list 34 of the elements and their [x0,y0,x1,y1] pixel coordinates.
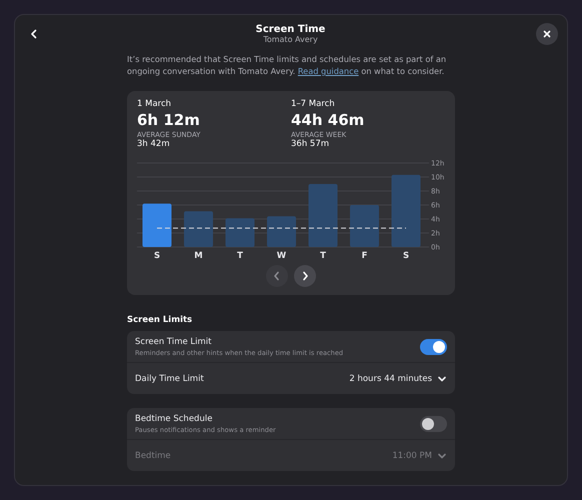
intro-text: It’s recommended that Screen Time limits and schedules are set as part of an ongoing conversation with Tomato Avery. Read guidance on what to consider. [127,53,448,77]
average-time: 36h 57m [291,139,330,149]
previous-button[interactable] [266,265,288,287]
close-button[interactable] [536,23,558,45]
average-time: 3h 42m [137,139,170,149]
day-label: S [402,251,410,261]
close-icon [543,30,551,38]
window-title: Screen Time [256,24,326,35]
chevron-down-icon [437,374,447,384]
row-title: Bedtime Schedule [135,414,214,424]
toggle-switch[interactable] [420,416,447,432]
day-label: M [194,251,203,261]
window-subtitle: Tomato Avery [263,35,318,44]
day-label: F [362,251,368,261]
date-label: 1–7 March [291,99,335,109]
date-label: 1 March [137,99,172,109]
section-heading: Screen Limits [127,315,194,325]
toggle-switch[interactable] [420,338,447,354]
row-title: Bedtime [135,450,171,460]
next-button[interactable] [294,265,316,287]
row-title: Screen Time Limit [135,336,212,346]
day-label: T [320,251,326,261]
day-label: W [276,251,286,261]
row-title: Daily Time Limit [135,374,204,384]
total-time: 44h 46m [291,111,364,129]
chart-bar[interactable] [226,218,254,247]
chevron-down-icon [437,450,447,460]
total-time: 6h 12m [137,111,200,129]
chart-bar[interactable] [267,216,296,247]
guidance-link[interactable]: Read guidance [298,66,359,76]
day-label: T [237,251,243,261]
day-label: S [154,251,160,261]
dropdown[interactable]: 2 hours 44 minutes [349,374,447,384]
back-icon [29,29,39,39]
